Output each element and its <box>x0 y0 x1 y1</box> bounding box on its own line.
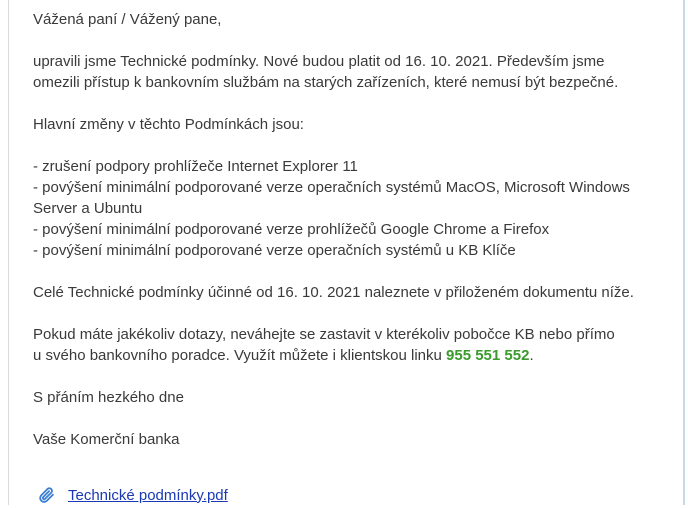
greeting: Vážená paní / Vážený pane, <box>33 11 222 28</box>
content-right-border <box>683 0 685 505</box>
changes-heading: Hlavní změny v těchto Podmínkách jsou: <box>33 116 304 133</box>
signature: Vaše Komerční banka <box>33 431 180 448</box>
contact-line-1: Pokud máte jakékoliv dotazy, neváhejte s… <box>33 326 615 343</box>
contact-line-2-suffix: . <box>529 347 534 364</box>
attachment[interactable]: Technické podmínky.pdf <box>38 486 228 504</box>
change-item: - povýšení minimální podporované verze o… <box>33 242 516 259</box>
intro-line-2: omezili přístup k bankovním službám na s… <box>33 74 619 91</box>
phone-link[interactable]: 955 551 552 <box>446 347 529 364</box>
change-item: - povýšení minimální podporované verze o… <box>33 179 630 196</box>
email-body: Vážená paní / Vážený pane, upravili jsme… <box>33 9 663 450</box>
change-item-continuation: Server a Ubuntu <box>33 200 143 217</box>
content-left-border <box>8 0 9 505</box>
closing: S přáním hezkého dne <box>33 389 184 406</box>
attachment-filename-link[interactable]: Technické podmínky.pdf <box>68 487 228 504</box>
full-terms-text: Celé Technické podmínky účinné od 16. 10… <box>33 284 634 301</box>
change-item: - zrušení podpory prohlížeče Internet Ex… <box>33 158 358 175</box>
paperclip-icon <box>38 486 56 504</box>
intro-line-1: upravili jsme Technické podmínky. Nové b… <box>33 53 605 70</box>
change-item: - povýšení minimální podporované verze p… <box>33 221 550 238</box>
contact-line-2-prefix: u svého bankovního poradce. Využít můžet… <box>33 347 447 364</box>
contact-line-2: u svého bankovního poradce. Využít můžet… <box>33 345 663 366</box>
